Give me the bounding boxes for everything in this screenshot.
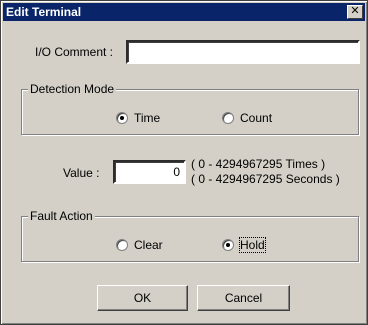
edit-terminal-dialog: Edit Terminal ✕ I/O Comment : Detection … xyxy=(0,0,368,325)
cancel-button[interactable]: Cancel xyxy=(197,285,290,311)
radio-count[interactable]: Count xyxy=(222,111,272,125)
detection-mode-legend: Detection Mode xyxy=(28,82,117,96)
value-label: Value : xyxy=(63,166,100,180)
window-title: Edit Terminal xyxy=(6,5,82,19)
radio-clear-label: Clear xyxy=(134,238,163,252)
fault-action-legend: Fault Action xyxy=(28,209,95,223)
radio-clear-indicator xyxy=(116,239,128,251)
fault-action-group: Fault Action xyxy=(21,209,359,262)
io-comment-input[interactable] xyxy=(126,40,360,64)
radio-clear[interactable]: Clear xyxy=(116,238,163,252)
value-input[interactable]: 0 xyxy=(113,160,186,184)
radio-count-indicator xyxy=(222,112,234,124)
radio-hold-indicator xyxy=(222,239,234,251)
ok-button[interactable]: OK xyxy=(97,285,188,311)
title-bar: Edit Terminal ✕ xyxy=(3,3,365,21)
radio-hold[interactable]: Hold xyxy=(222,237,266,253)
radio-time[interactable]: Time xyxy=(116,111,160,125)
detection-mode-group: Detection Mode xyxy=(21,82,359,135)
close-icon[interactable]: ✕ xyxy=(347,5,363,19)
io-comment-label: I/O Comment : xyxy=(35,45,114,59)
radio-hold-label: Hold xyxy=(239,237,266,253)
value-range-seconds: ( 0 - 4294967295 Seconds ) xyxy=(191,172,340,186)
radio-time-label: Time xyxy=(134,111,161,125)
radio-time-indicator xyxy=(116,112,128,124)
radio-count-label: Count xyxy=(240,111,273,125)
value-range-times: ( 0 - 4294967295 Times ) xyxy=(191,157,326,171)
